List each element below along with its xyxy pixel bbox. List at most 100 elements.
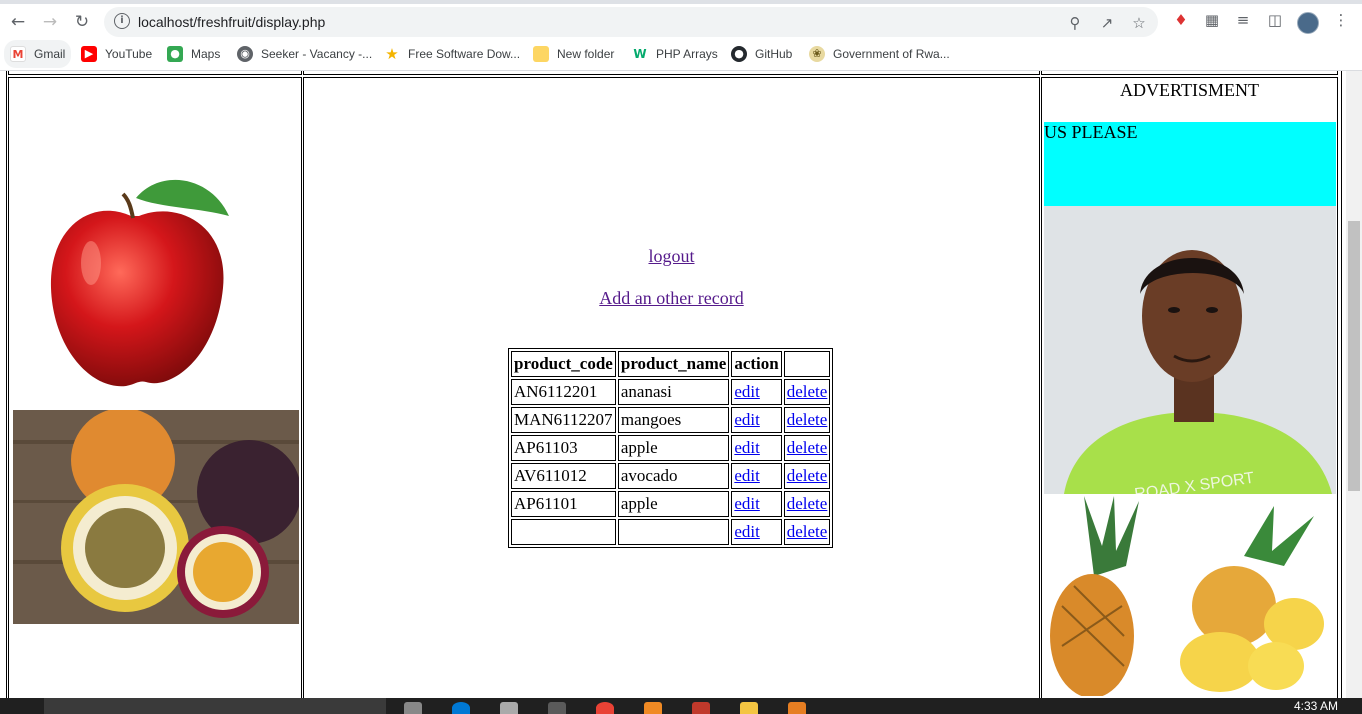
bookmark-new-folder[interactable]: New folder — [533, 40, 614, 68]
product-name-cell: ananasi — [617, 379, 730, 405]
products-table: product_code product_name action AN61122… — [508, 348, 834, 548]
product-code-cell: AV611012 — [511, 463, 616, 489]
bookmarks-bar: M Gmail ▶ YouTube ● Maps ◉ Seeker - Vaca… — [0, 40, 1362, 71]
edit-link[interactable]: edit — [734, 522, 760, 541]
forward-icon[interactable]: → — [40, 12, 60, 32]
edge-icon[interactable] — [452, 702, 470, 714]
side-panel-icon[interactable]: ◫ — [1266, 11, 1284, 29]
delete-cell: delete — [783, 463, 831, 489]
media-icon[interactable]: ≡ — [1234, 11, 1252, 29]
logout-link[interactable]: logout — [648, 246, 694, 266]
edit-cell: edit — [731, 491, 782, 517]
reload-icon[interactable]: ↻ — [72, 12, 92, 32]
maps-icon: ● — [167, 46, 183, 62]
bookmark-php-arrays[interactable]: W PHP Arrays — [632, 40, 718, 68]
bookmark-label: Gmail — [34, 47, 66, 61]
youtube-icon: ▶ — [81, 46, 97, 62]
github-icon: ● — [731, 46, 747, 62]
taskbar-search[interactable] — [44, 698, 386, 714]
app2-icon[interactable] — [692, 702, 710, 714]
delete-cell: delete — [783, 435, 831, 461]
url-text[interactable]: localhost/freshfruit/display.php — [138, 14, 325, 30]
header-action: action — [731, 351, 782, 377]
table-row: AN6112201 ananasi edit delete — [511, 379, 831, 405]
address-bar[interactable]: i localhost/freshfruit/display.php ⚲ ↗ ☆ — [104, 7, 1158, 37]
delete-link[interactable]: delete — [787, 494, 828, 513]
back-icon[interactable]: ← — [8, 12, 28, 32]
bookmark-seeker[interactable]: ◉ Seeker - Vacancy -... — [237, 40, 372, 68]
advertisement-banner: US PLEASE — [1044, 122, 1336, 206]
edit-cell: edit — [731, 435, 782, 461]
delete-link[interactable]: delete — [787, 466, 828, 485]
bookmark-github[interactable]: ● GitHub — [731, 40, 792, 68]
site-info-icon[interactable]: i — [114, 13, 130, 29]
task-view-icon[interactable] — [404, 702, 422, 714]
share-icon[interactable]: ↗ — [1098, 14, 1116, 32]
product-code-cell: AP61101 — [511, 491, 616, 517]
table-row: AP61103 apple edit delete — [511, 435, 831, 461]
left-image-cell — [8, 77, 302, 698]
taskbar: 4:33 AM — [0, 698, 1362, 714]
delete-cell: delete — [783, 407, 831, 433]
add-record-link[interactable]: Add an other record — [599, 288, 743, 308]
bookmark-star-icon[interactable]: ☆ — [1130, 14, 1148, 32]
vlc-icon[interactable] — [644, 702, 662, 714]
edit-link[interactable]: edit — [734, 466, 760, 485]
bookmark-label: Free Software Dow... — [408, 47, 521, 61]
gmail-icon: M — [10, 46, 26, 62]
delete-cell: delete — [783, 379, 831, 405]
menu-icon[interactable]: ⋮ — [1332, 11, 1350, 29]
vertical-scrollbar[interactable] — [1346, 71, 1362, 698]
bookmark-youtube[interactable]: ▶ YouTube — [81, 40, 152, 68]
delete-cell: delete — [783, 519, 831, 545]
logout-row: logout — [304, 246, 1039, 267]
bookmark-government[interactable]: ❀ Government of Rwa... — [809, 40, 950, 68]
center-cell: logout Add an other record product_code … — [303, 77, 1040, 698]
product-code-cell: AN6112201 — [511, 379, 616, 405]
puzzle-icon[interactable]: ▦ — [1203, 11, 1221, 29]
header-product-code: product_code — [511, 351, 616, 377]
edit-link[interactable]: edit — [734, 494, 760, 513]
zoom-icon[interactable]: ⚲ — [1066, 14, 1084, 32]
product-name-cell: apple — [617, 491, 730, 517]
layout-table: logout Add an other record product_code … — [6, 71, 1342, 698]
bookmark-gmail[interactable]: M Gmail — [4, 40, 72, 68]
store-icon[interactable] — [500, 702, 518, 714]
edit-cell: edit — [731, 463, 782, 489]
edit-link[interactable]: edit — [734, 410, 760, 429]
scrollbar-thumb[interactable] — [1348, 221, 1360, 491]
header-product-name: product_name — [617, 351, 730, 377]
add-record-row: Add an other record — [304, 288, 1039, 309]
star-icon: ★ — [385, 45, 399, 63]
bookmark-label: PHP Arrays — [656, 47, 718, 61]
bookmark-free-software[interactable]: ★ Free Software Dow... — [384, 40, 520, 68]
table-row: AV611012 avocado edit delete — [511, 463, 831, 489]
bookmark-label: New folder — [557, 47, 615, 61]
delete-link[interactable]: delete — [787, 438, 828, 457]
product-code-cell: AP61103 — [511, 435, 616, 461]
table-row: MAN6112207 mangoes edit delete — [511, 407, 831, 433]
table-row: AP61101 apple edit delete — [511, 491, 831, 517]
advertisement-title: ADVERTISMENT — [1120, 80, 1259, 100]
bookmark-maps[interactable]: ● Maps — [167, 40, 220, 68]
edit-link[interactable]: edit — [734, 382, 760, 401]
app-icon[interactable] — [548, 702, 566, 714]
page-viewport[interactable]: logout Add an other record product_code … — [0, 71, 1346, 698]
avatar[interactable] — [1297, 12, 1319, 34]
delete-link[interactable]: delete — [787, 382, 828, 401]
edit-link[interactable]: edit — [734, 438, 760, 457]
app3-icon[interactable] — [788, 702, 806, 714]
chrome-icon[interactable] — [596, 702, 614, 714]
delete-link[interactable]: delete — [787, 410, 828, 429]
product-code-cell — [511, 519, 616, 545]
extension-icon[interactable]: ♦ — [1172, 11, 1190, 29]
taskbar-clock[interactable]: 4:33 AM — [1294, 698, 1338, 714]
delete-cell: delete — [783, 491, 831, 517]
seal-icon: ❀ — [809, 46, 825, 62]
bookmark-label: Government of Rwa... — [833, 47, 950, 61]
w3-icon: W — [633, 47, 647, 61]
edit-cell: edit — [731, 407, 782, 433]
product-name-cell — [617, 519, 730, 545]
delete-link[interactable]: delete — [787, 522, 828, 541]
file-explorer-icon[interactable] — [740, 702, 758, 714]
